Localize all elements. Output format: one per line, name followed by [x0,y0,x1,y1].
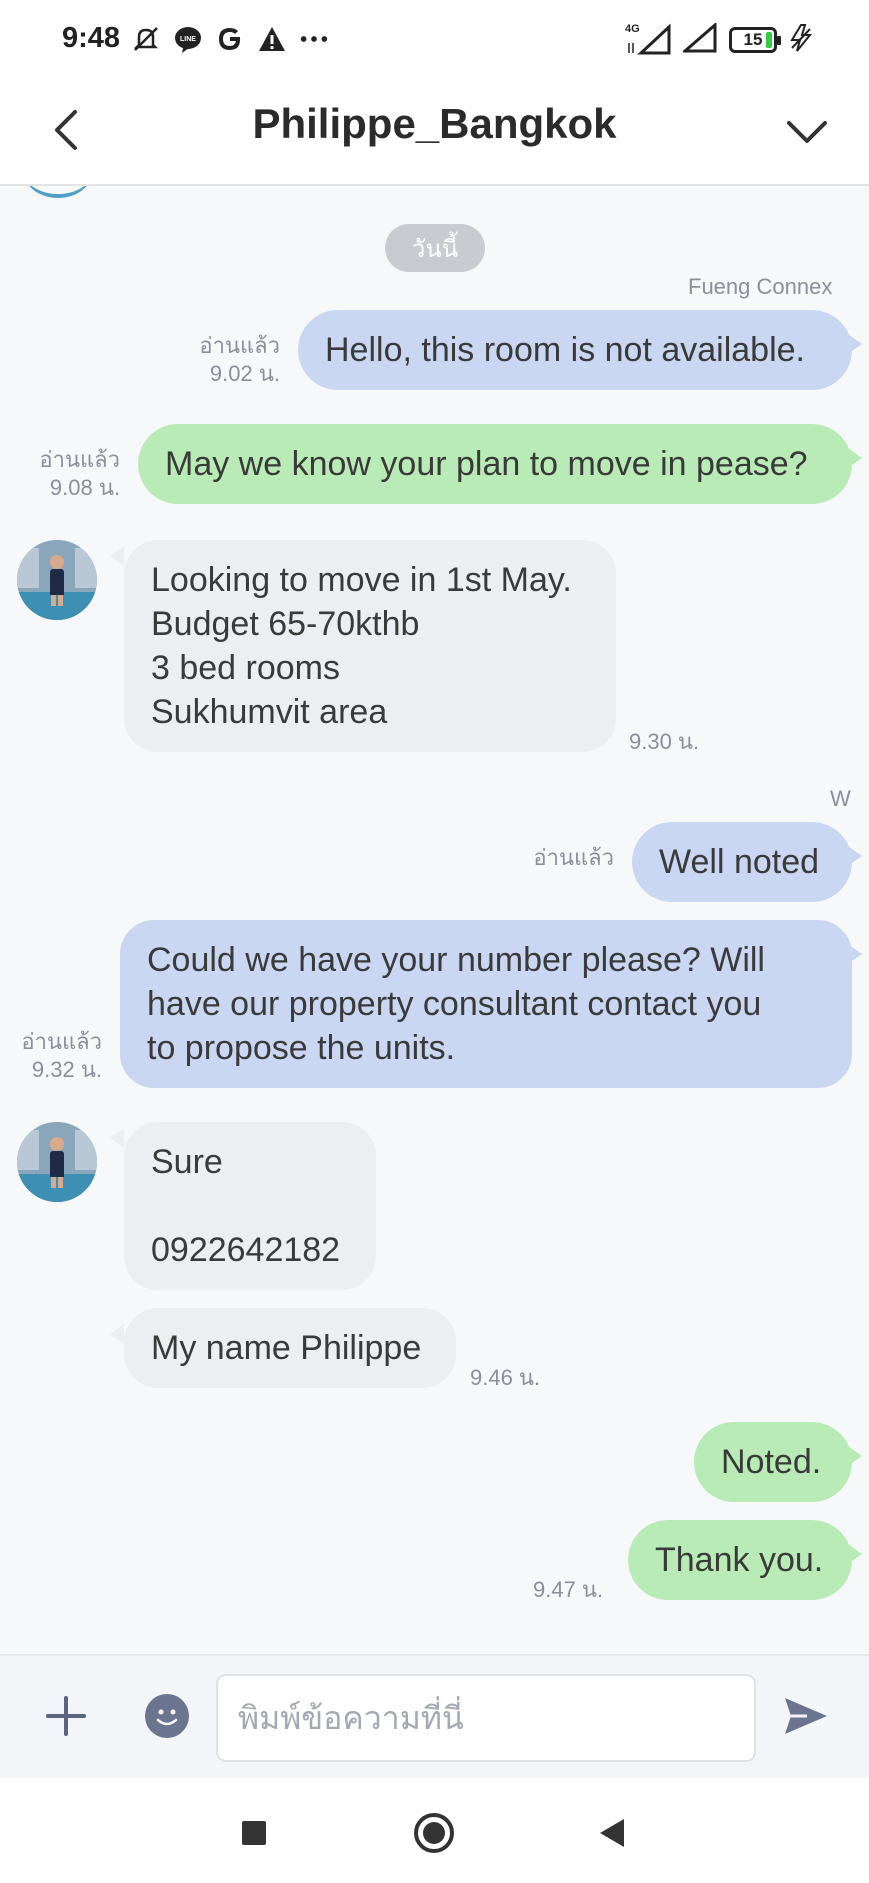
message-line: Could we have your number please? Will [147,941,765,979]
svg-text:LINE: LINE [180,36,196,43]
message-text: Noted. [721,1443,822,1481]
plus-icon [46,1696,86,1736]
message-bubble[interactable]: Could we have your number please? Will h… [120,920,852,1088]
message-bubble[interactable]: My name Philippe [124,1308,456,1388]
sender-name: Fueng Connex [688,274,833,299]
contact-avatar[interactable] [17,540,97,620]
chat-area[interactable]: วันนี้ Fueng Connex อ่านแล้ว 9.02 น. Hel… [0,186,869,1654]
menu-dropdown-button[interactable] [775,100,839,162]
message-text: Well noted [659,843,820,881]
message-time: 9.32 น. [31,1057,102,1082]
message-time: 9.47 น. [533,1577,604,1602]
message-time: 9.30 น. [629,729,700,754]
message-composer: พิมพ์ข้อความที่นี่ [0,1654,869,1778]
line-icon: LINE [172,23,204,55]
message-line: Sukhumvit area [151,693,388,731]
message-time: 9.02 น. [209,361,280,386]
bubble-tail [848,1544,862,1564]
warning-icon [256,23,288,55]
avatar [24,186,92,198]
message-text: Hello, this room is not available. [325,331,806,369]
message-line: Looking to move in 1st May. [151,561,572,599]
bubble-tail [110,1128,124,1148]
message-line: 0922642182 [151,1231,341,1269]
send-button[interactable] [776,1686,836,1746]
signal-icon [680,21,717,58]
chat-header: Philippe_Bangkok [0,78,869,186]
sender-name: W [830,786,851,811]
bubble-tail [110,1324,124,1344]
read-receipt: อ่านแล้ว [533,845,614,870]
status-system-icons: 4G 15 [625,21,813,58]
bubble-tail [848,846,862,866]
bubble-tail [110,546,124,566]
battery-level: 15 [743,30,763,49]
status-bar: 9:48 LINE 4G 15 [0,0,869,78]
status-time: 9:48 [62,22,121,54]
message-time: 9.08 น. [49,475,120,500]
back-nav-button[interactable] [587,1808,637,1858]
message-bubble[interactable]: Hello, this room is not available. [298,310,852,390]
message-text: My name Philippe [151,1329,422,1367]
message-line [151,1184,349,1228]
triangle-back-icon [600,1819,624,1847]
add-attachment-button[interactable] [36,1686,96,1746]
date-separator: วันนี้ [385,224,485,272]
network-type-icon: 4G [625,23,671,57]
message-meta: อ่านแล้ว 9.08 น. [39,446,120,502]
message-bubble[interactable]: May we know your plan to move in pease? [138,424,852,504]
message-bubble[interactable]: Thank you. [628,1520,852,1600]
message-bubble[interactable]: Looking to move in 1st May. Budget 65-70… [124,540,616,752]
chevron-down-icon [787,121,827,143]
send-icon [785,1698,827,1734]
message-bubble[interactable]: Sure 0922642182 [124,1122,376,1290]
system-navigation-bar [0,1778,869,1883]
read-receipt: อ่านแล้ว [199,333,280,358]
message-time: 9.46 น. [470,1365,541,1390]
message-text: May we know your plan to move in pease? [165,445,808,483]
google-icon [214,23,246,55]
bubble-tail [848,944,862,964]
bubble-tail [848,1446,862,1466]
message-meta: อ่านแล้ว [533,844,614,872]
square-icon [242,1821,266,1845]
bubble-tail [848,334,862,354]
message-line: 3 bed rooms [151,649,340,687]
mute-icon [130,23,162,55]
message-line: have our property consultant contact you [147,985,762,1023]
message-bubble[interactable]: Noted. [694,1422,852,1502]
read-receipt: อ่านแล้ว [21,1029,102,1054]
message-text: Thank you. [655,1541,824,1579]
bubble-tail [848,448,862,468]
message-input[interactable]: พิมพ์ข้อความที่นี่ [216,1674,756,1762]
charging-icon [789,23,813,58]
message-meta: อ่านแล้ว 9.32 น. [21,1028,102,1084]
person-photo-icon [17,540,97,620]
person-photo-icon [17,1122,97,1202]
read-receipt: อ่านแล้ว [39,447,120,472]
message-meta: อ่านแล้ว 9.02 น. [199,332,280,388]
home-circle-icon [414,1813,454,1853]
more-icon [298,23,330,55]
home-button[interactable] [409,1808,459,1858]
recent-apps-button[interactable] [229,1808,279,1858]
battery-icon: 15 [729,27,781,53]
message-line: Sure [151,1143,223,1181]
message-bubble[interactable]: Well noted [632,822,852,902]
status-notification-icons: LINE [130,22,330,56]
emoji-button[interactable] [145,1694,189,1738]
message-line: Budget 65-70kthb [151,605,420,643]
chat-title: Philippe_Bangkok [252,100,617,147]
smiley-icon [156,1709,178,1726]
message-line: to propose the units. [147,1029,456,1067]
contact-avatar[interactable] [17,1122,97,1202]
